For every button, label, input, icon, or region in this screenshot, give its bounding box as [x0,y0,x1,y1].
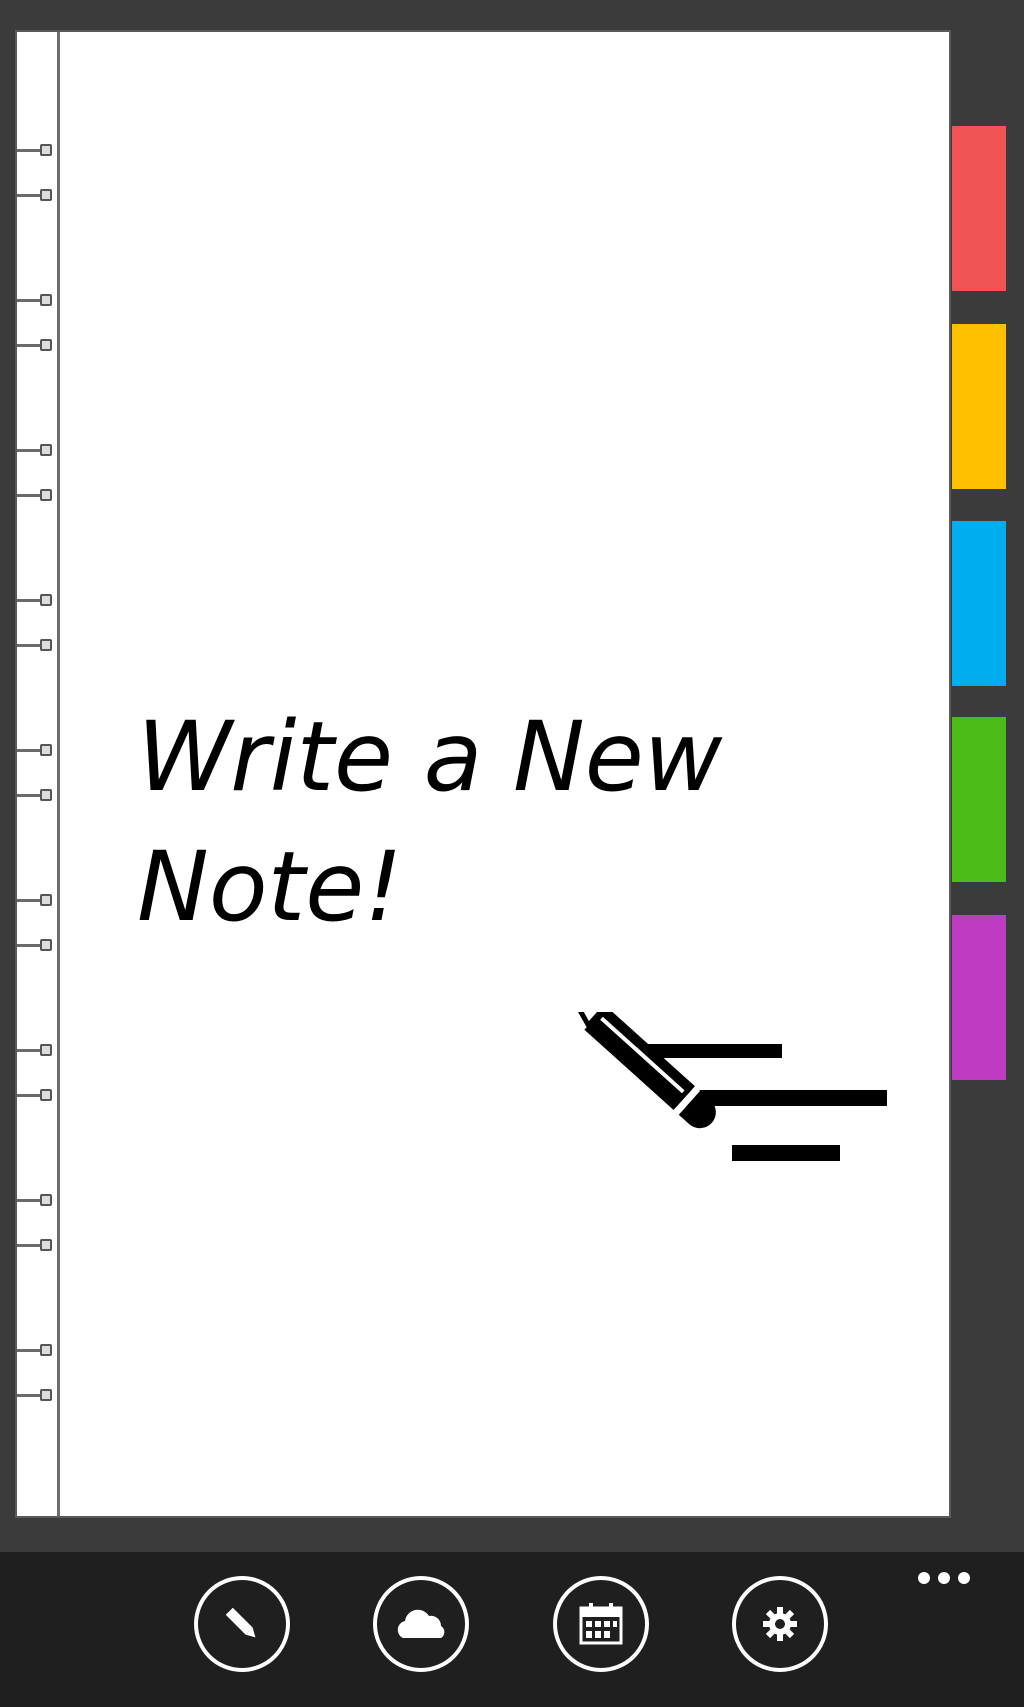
binding-ring [17,639,57,653]
new-note-prompt[interactable]: Write a New Note! [137,692,757,952]
pencil-icon [225,1607,256,1638]
binding-ring [17,1194,57,1208]
binding-ring [17,1089,57,1103]
binding-ring [17,444,57,458]
binding-ring [17,1344,57,1358]
section-tab-red[interactable] [952,126,1006,291]
calendar-button[interactable] [553,1576,649,1672]
binding-ring [17,594,57,608]
cloud-icon [397,1609,445,1638]
binding-ring [17,339,57,353]
app-bar [0,1552,1024,1707]
binding-ring [17,294,57,308]
binding-ring [17,939,57,953]
binding-ring [17,1389,57,1403]
binding-ring [17,489,57,503]
section-tab-purple[interactable] [952,915,1006,1080]
section-tab-blue[interactable] [952,521,1006,686]
binding-ring [17,1044,57,1058]
new-note-button[interactable] [194,1576,290,1672]
binding-ring [17,894,57,908]
ellipsis-icon [938,1572,950,1584]
settings-button[interactable] [732,1576,828,1672]
spiral-binding [17,32,57,1516]
section-tab-green[interactable] [952,717,1006,882]
ellipsis-icon [918,1572,930,1584]
binding-ring [17,789,57,803]
notebook-page[interactable]: Write a New Note! [15,30,951,1518]
margin-line [57,32,60,1516]
binding-ring [17,144,57,158]
binding-ring [17,189,57,203]
more-options-button[interactable] [918,1572,978,1588]
pencil-writing-icon [566,1012,887,1161]
section-tab-yellow[interactable] [952,324,1006,489]
binding-ring [17,744,57,758]
ellipsis-icon [958,1572,970,1584]
gear-icon [763,1607,797,1641]
sync-cloud-button[interactable] [373,1576,469,1672]
binding-ring [17,1239,57,1253]
calendar-icon [579,1603,623,1645]
